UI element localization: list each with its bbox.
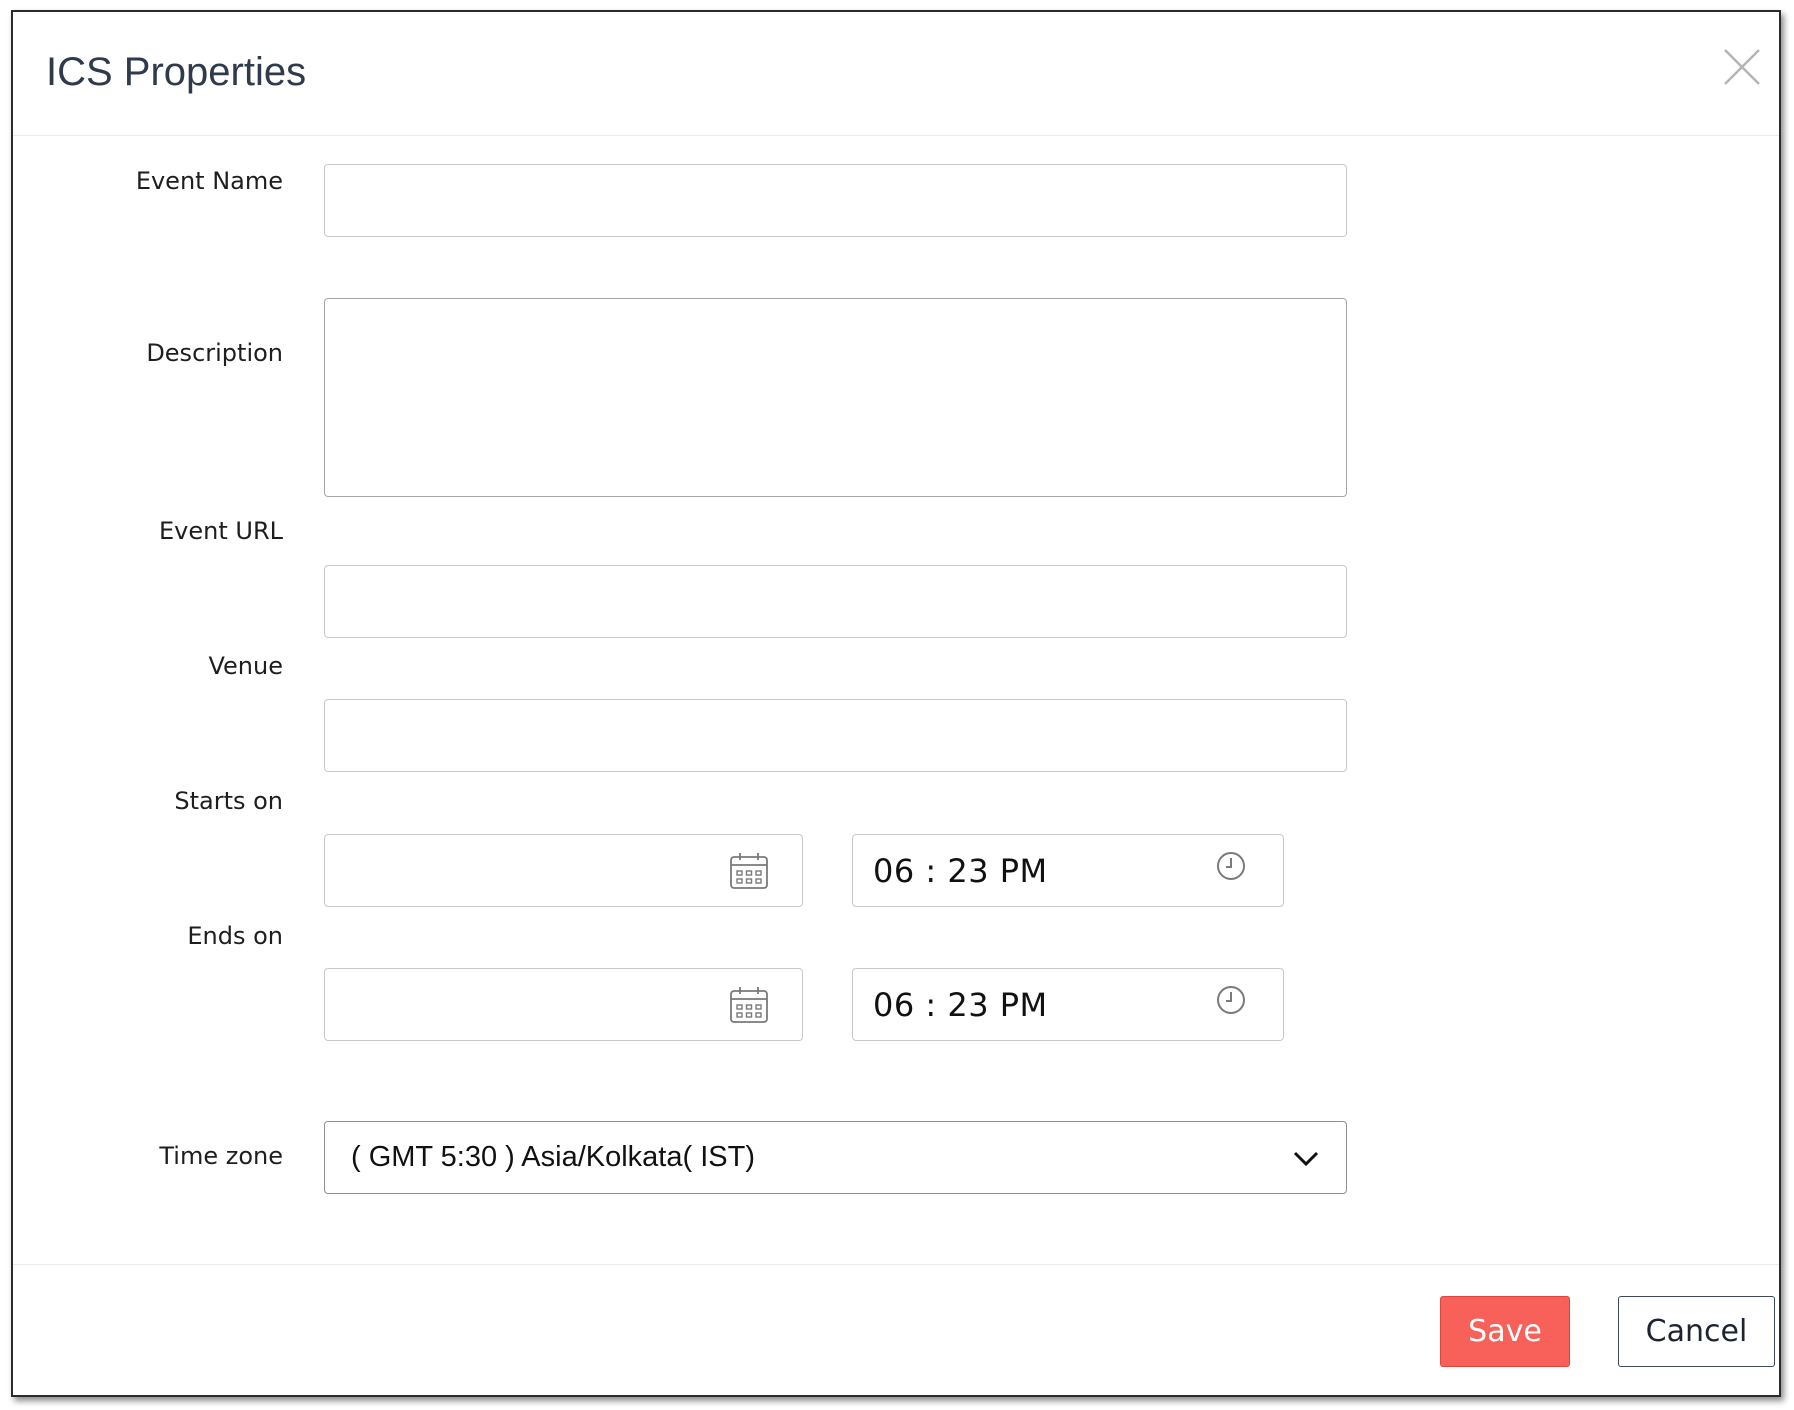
ends-on-date-input[interactable] [325,969,715,1039]
ends-on-time-value: 06 : 23 PM [873,986,1048,1024]
venue-label: Venue [208,652,283,680]
ends-on-label: Ends on [187,922,283,950]
save-button[interactable]: Save [1440,1296,1570,1367]
starts-on-time-value: 06 : 23 PM [873,852,1048,890]
venue-input[interactable] [324,699,1347,772]
calendar-icon[interactable] [729,986,769,1024]
starts-on-time-field[interactable]: 06 : 23 PM [852,834,1284,907]
dialog-header: ICS Properties [13,12,1779,136]
clock-icon[interactable] [1215,850,1247,882]
event-name-label: Event Name [135,167,283,195]
event-url-label: Event URL [159,517,283,545]
description-label: Description [146,339,283,367]
footer-divider [13,1264,1779,1265]
ics-properties-dialog: ICS Properties Event Name Description Ev… [11,10,1781,1397]
dialog-title: ICS Properties [46,50,307,94]
cancel-button[interactable]: Cancel [1618,1296,1775,1367]
starts-on-date-input[interactable] [325,835,715,905]
time-zone-selected-value: ( GMT 5:30 ) Asia/Kolkata( IST) [351,1141,755,1173]
ends-on-date-field[interactable] [324,968,803,1041]
time-zone-select[interactable]: ( GMT 5:30 ) Asia/Kolkata( IST) [324,1121,1347,1194]
chevron-down-icon [1293,1151,1319,1167]
starts-on-label: Starts on [174,787,283,815]
close-icon [1724,49,1760,85]
description-textarea[interactable] [324,298,1347,497]
starts-on-date-field[interactable] [324,834,803,907]
calendar-icon[interactable] [729,852,769,890]
event-name-input[interactable] [324,164,1347,237]
event-url-input[interactable] [324,565,1347,638]
close-button[interactable] [1721,46,1763,88]
time-zone-label: Time zone [159,1142,283,1170]
clock-icon[interactable] [1215,984,1247,1016]
ends-on-time-field[interactable]: 06 : 23 PM [852,968,1284,1041]
